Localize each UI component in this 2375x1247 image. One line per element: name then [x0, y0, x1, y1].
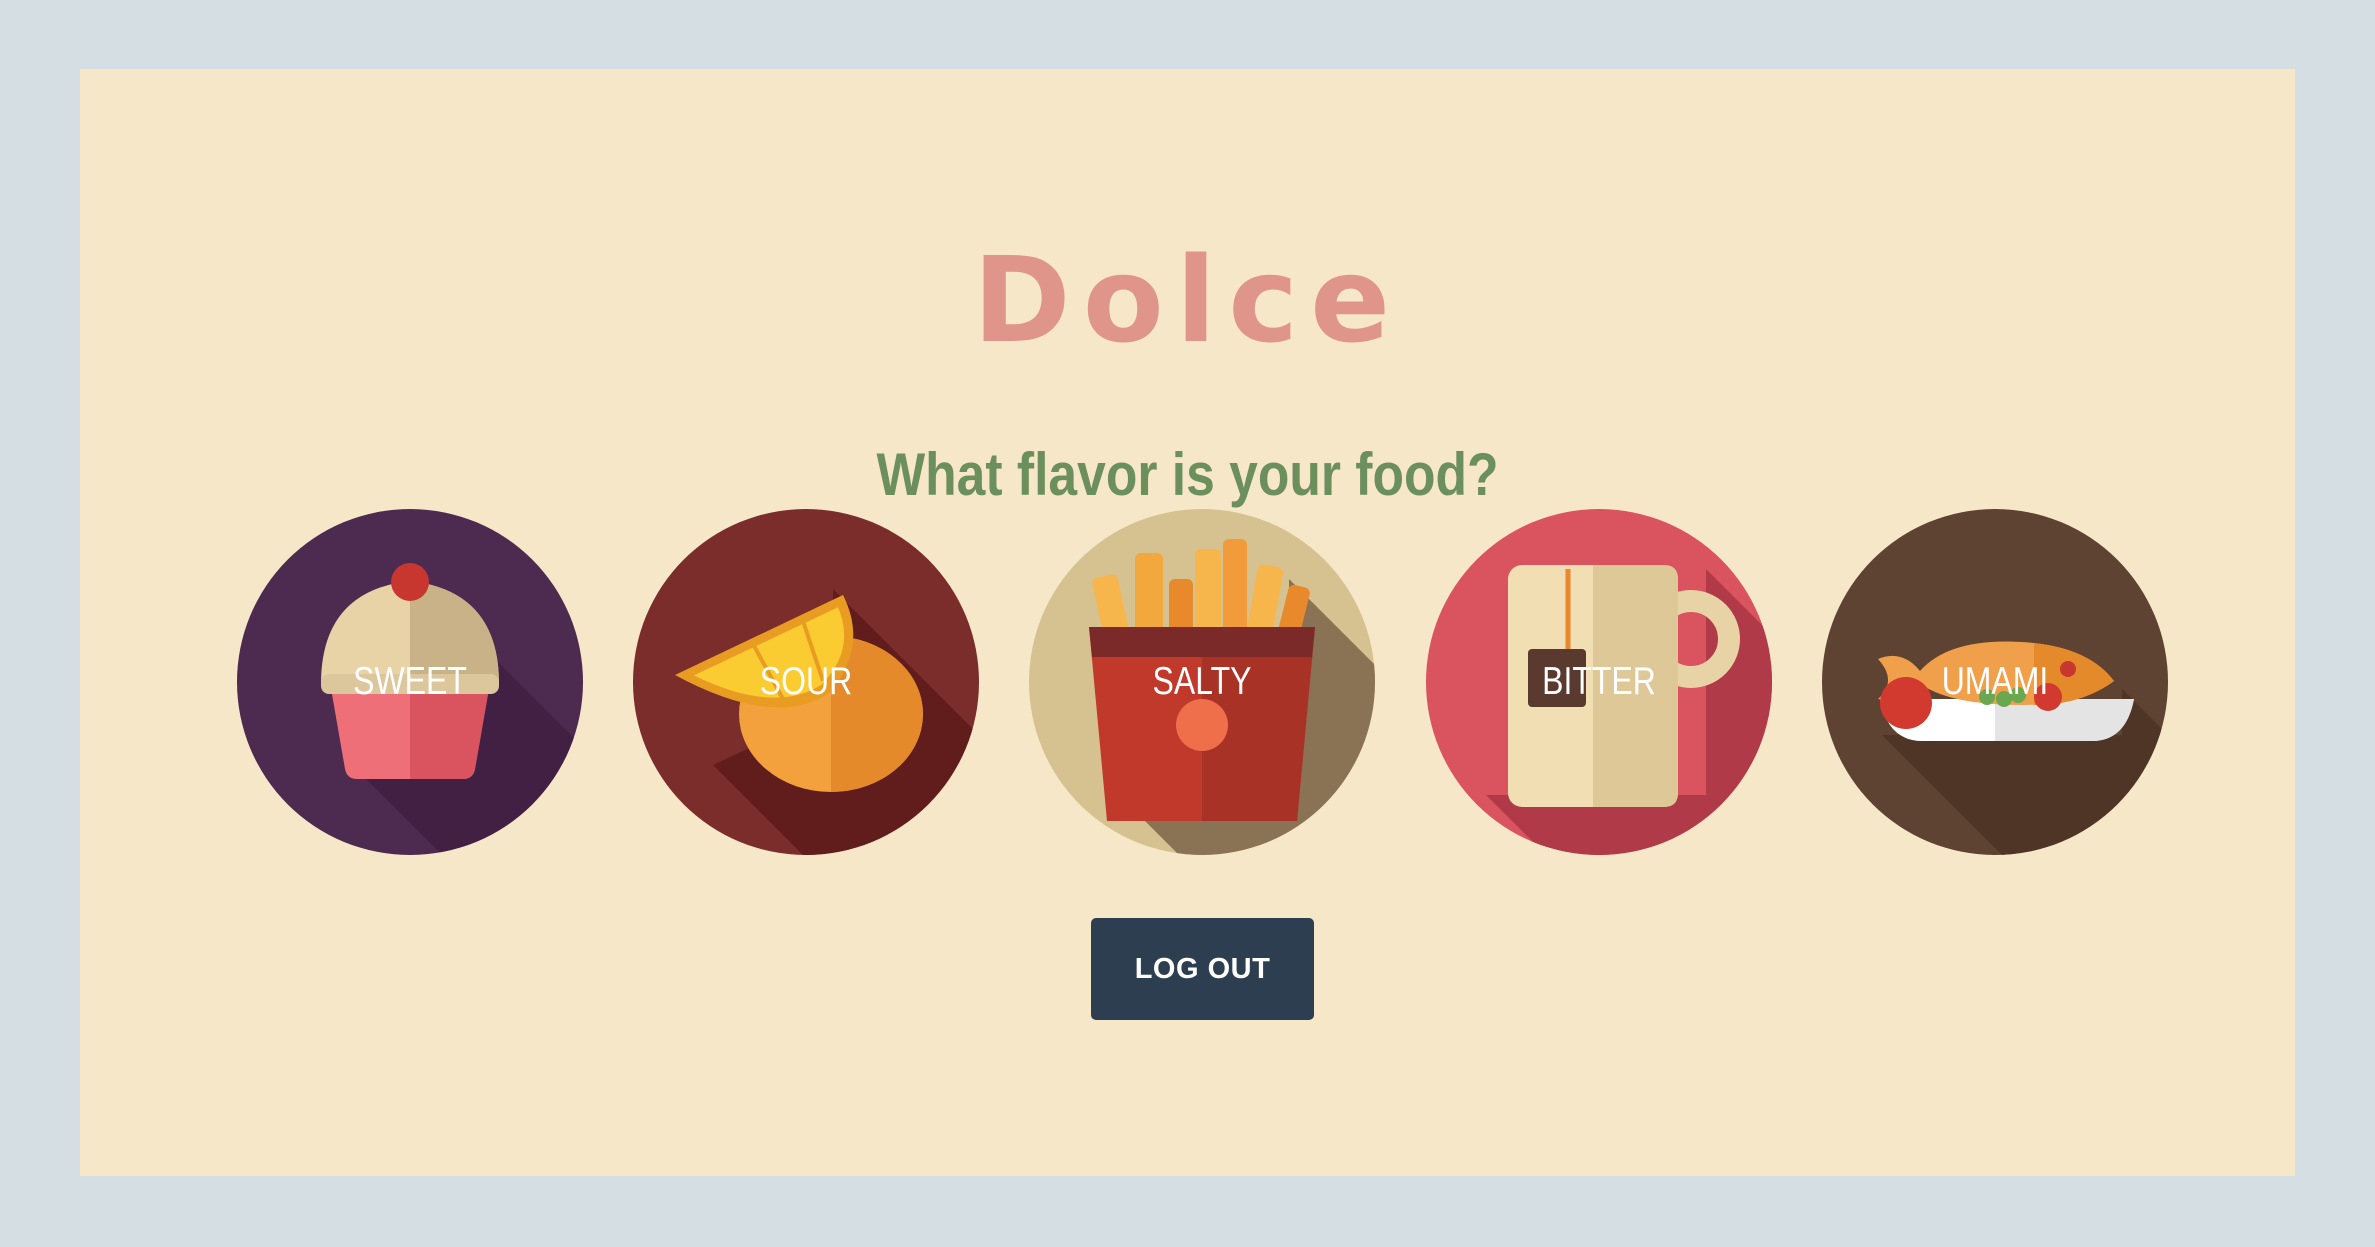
- main-card: Dolce What flavor is your food? SWEET SO…: [80, 69, 2295, 1176]
- logout-button[interactable]: LOG OUT: [1091, 918, 1314, 1020]
- page-subtitle: What flavor is your food?: [876, 441, 1499, 508]
- tea-mug-icon: [1426, 509, 1772, 855]
- fries-icon: [1029, 509, 1375, 855]
- flavor-button-umami[interactable]: UMAMI: [1822, 509, 2168, 855]
- flavor-button-sour[interactable]: SOUR: [633, 509, 979, 855]
- flavor-button-bitter[interactable]: BITTER: [1426, 509, 1772, 855]
- app-title: Dolce: [972, 231, 1403, 369]
- flavor-button-salty[interactable]: SALTY: [1029, 509, 1375, 855]
- cupcake-icon: [237, 509, 583, 855]
- flavor-button-sweet[interactable]: SWEET: [237, 509, 583, 855]
- lemon-icon: [633, 509, 979, 855]
- fish-dish-icon: [1822, 509, 2168, 855]
